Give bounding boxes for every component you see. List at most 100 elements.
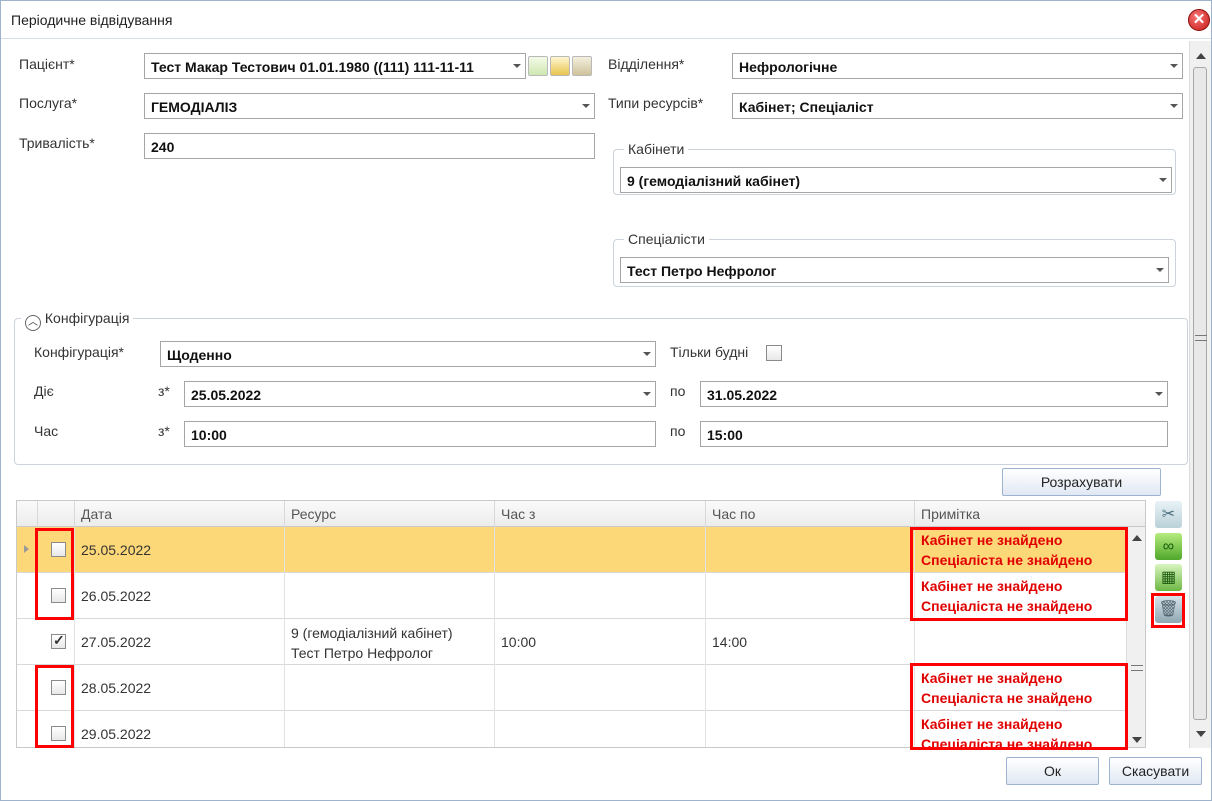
chevron-down-icon[interactable] <box>1156 268 1164 272</box>
duration-input[interactable]: 240 <box>144 133 595 159</box>
duration-value: 240 <box>151 139 175 155</box>
cell-date: 26.05.2022 <box>74 573 284 619</box>
row-checkbox[interactable] <box>51 632 66 649</box>
collapse-icon[interactable]: ︿ <box>25 315 41 331</box>
patient-card-icon[interactable] <box>572 56 592 76</box>
service-combo[interactable]: ГЕМОДІАЛІЗ <box>144 93 595 119</box>
duration-label: Тривалість* <box>19 135 95 151</box>
chevron-down-icon[interactable] <box>643 392 651 396</box>
close-icon[interactable]: ✕ <box>1188 9 1210 31</box>
chevron-down-icon[interactable] <box>1170 64 1178 68</box>
scroll-up-icon[interactable] <box>1196 53 1206 59</box>
scroll-down-icon[interactable] <box>1196 731 1206 737</box>
checkbox-highlight-bottom <box>35 665 74 748</box>
resource-types-combo[interactable]: Кабінет; Спеціаліст <box>732 93 1183 119</box>
header-time-from[interactable]: Час з <box>494 501 705 527</box>
ok-button[interactable]: Ок <box>1006 757 1099 785</box>
scroll-up-icon[interactable] <box>1132 535 1142 541</box>
link-icon[interactable]: ∞ <box>1155 533 1182 560</box>
cell-resource <box>284 665 494 711</box>
cabinets-value: 9 (гемодіалізний кабінет) <box>627 173 801 189</box>
weekdays-only-checkbox[interactable] <box>766 345 782 361</box>
department-value: Нефрологічне <box>739 59 838 75</box>
cell-time-to: 14:00 <box>705 619 914 665</box>
chevron-down-icon[interactable] <box>582 104 590 108</box>
chevron-down-icon[interactable] <box>1159 178 1167 182</box>
checkbox-highlight-top <box>35 528 74 620</box>
grid-export-icon[interactable]: ▦ <box>1155 564 1182 591</box>
scroll-grip-icon <box>1131 665 1143 671</box>
active-from-value: 25.05.2022 <box>191 387 262 403</box>
service-value: ГЕМОДІАЛІЗ <box>151 99 238 115</box>
department-combo[interactable]: Нефрологічне <box>732 53 1183 79</box>
header-date[interactable]: Дата <box>74 501 284 527</box>
patient-combo[interactable]: Тест Макар Тестович 01.01.1980 ((111) 11… <box>144 53 526 79</box>
config-combo[interactable]: Щоденно <box>160 341 656 367</box>
specialists-combo[interactable]: Тест Петро Нефролог <box>620 257 1169 283</box>
cell-resource <box>284 711 494 747</box>
resource-types-label: Типи ресурсів* <box>608 95 704 111</box>
cell-time-from <box>494 711 705 747</box>
cell-time-from <box>494 665 705 711</box>
department-label: Відділення* <box>608 56 685 72</box>
config-label: Конфігурація* <box>34 344 124 360</box>
resource-cabinet: 9 (гемодіалізний кабінет) <box>291 625 453 641</box>
cell-note <box>914 619 1127 665</box>
resource-specialist: Тест Петро Нефролог <box>291 645 434 661</box>
service-label: Послуга* <box>19 95 78 111</box>
cancel-button[interactable]: Скасувати <box>1109 757 1202 785</box>
cabinets-legend: Кабінети <box>624 141 689 157</box>
chevron-down-icon[interactable] <box>1155 392 1163 396</box>
time-from-input[interactable]: 10:00 <box>184 421 656 447</box>
header-checkbox-col <box>37 501 74 527</box>
note-highlight-top <box>910 527 1128 621</box>
resource-types-value: Кабінет; Спеціаліст <box>739 99 874 115</box>
time-from-value: 10:00 <box>191 427 227 443</box>
edit-patient-icon[interactable] <box>550 56 570 76</box>
cell-time-from: 10:00 <box>494 619 705 665</box>
cell-date: 29.05.2022 <box>74 711 284 747</box>
chevron-down-icon[interactable] <box>1170 104 1178 108</box>
window-title: Періодичне відвідування <box>11 12 173 28</box>
chevron-down-icon[interactable] <box>643 352 651 356</box>
grid-header: Дата Ресурс Час з Час по Примітка <box>17 501 1145 527</box>
form-scrollbar[interactable] <box>1189 41 1211 748</box>
specialists-legend: Спеціалісти <box>624 231 709 247</box>
header-note[interactable]: Примітка <box>914 501 1127 527</box>
active-to-date[interactable]: 31.05.2022 <box>700 381 1168 407</box>
patient-label: Пацієнт* <box>19 56 75 72</box>
time-to-label: по <box>670 423 686 439</box>
note-highlight-bottom <box>910 663 1128 750</box>
header-resource[interactable]: Ресурс <box>284 501 494 527</box>
cell-time-to <box>705 573 914 619</box>
config-value: Щоденно <box>167 347 232 363</box>
grid-scrollbar[interactable] <box>1126 527 1145 747</box>
row-indicator-icon <box>24 545 29 553</box>
active-label: Діє <box>34 383 54 399</box>
scroll-down-icon[interactable] <box>1132 737 1142 743</box>
title-bar: Періодичне відвідування ✕ <box>1 1 1211 39</box>
active-from-date[interactable]: 25.05.2022 <box>184 381 656 407</box>
active-from-label: з* <box>158 383 170 399</box>
cell-resource: 9 (гемодіалізний кабінет) Тест Петро Нефр… <box>284 619 494 665</box>
trash-highlight <box>1151 593 1185 628</box>
scroll-grip-icon <box>1195 335 1207 341</box>
time-to-value: 15:00 <box>707 427 743 443</box>
time-from-label: з* <box>158 423 170 439</box>
tools-icon[interactable]: ✂ <box>1155 501 1182 528</box>
cabinets-combo[interactable]: 9 (гемодіалізний кабінет) <box>620 167 1172 193</box>
scroll-thumb[interactable] <box>1193 67 1207 720</box>
dialog-window: Періодичне відвідування ✕ Пацієнт* Тест … <box>0 0 1212 801</box>
chevron-down-icon[interactable] <box>513 64 521 68</box>
time-to-input[interactable]: 15:00 <box>700 421 1168 447</box>
active-to-value: 31.05.2022 <box>707 387 778 403</box>
cell-resource <box>284 573 494 619</box>
header-time-to[interactable]: Час по <box>705 501 914 527</box>
config-legend-wrap: ︿ Конфігурація <box>21 310 134 331</box>
patient-value: Тест Макар Тестович 01.01.1980 ((111) 11… <box>151 59 474 75</box>
add-patient-icon[interactable] <box>528 56 548 76</box>
cell-time-to <box>705 711 914 747</box>
table-row[interactable]: 27.05.2022 9 (гемодіалізний кабінет) Тест … <box>17 619 1127 665</box>
calculate-button[interactable]: Розрахувати <box>1002 468 1161 496</box>
specialists-value: Тест Петро Нефролог <box>627 263 777 279</box>
